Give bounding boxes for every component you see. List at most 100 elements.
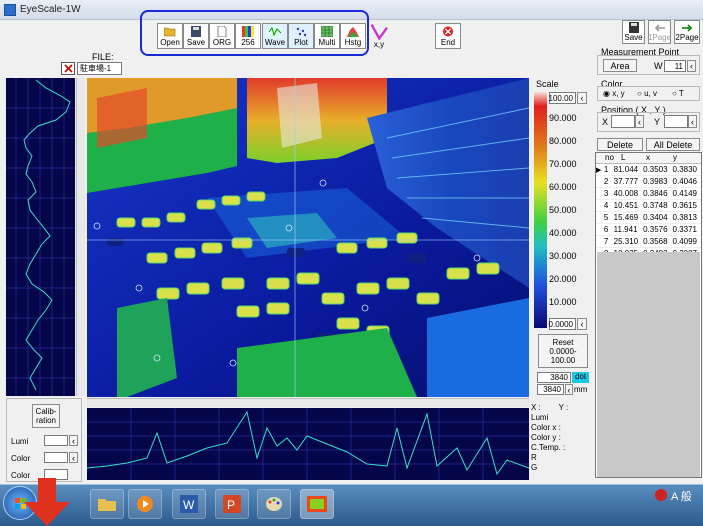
table-row[interactable]: 7 25.310 0.3568 0.4099 (596, 236, 701, 248)
table-row[interactable]: ▶ 1 81.044 0.3503 0.3830 (596, 164, 701, 176)
col-y: y (673, 153, 677, 162)
tick-label: 30.000 (549, 251, 577, 261)
scale-max-arrow-button[interactable]: ‹ (577, 92, 587, 104)
table-row[interactable]: 3 40.008 0.3846 0.4149 (596, 188, 701, 200)
cal-color1-label: Color (11, 454, 31, 463)
col-no: no (605, 153, 614, 162)
scale-max-field[interactable]: 100.00 (549, 92, 576, 104)
cal-color1-arrow-button[interactable]: ‹ (69, 452, 78, 463)
table-cell: 3 (603, 189, 609, 198)
all-delete-button[interactable]: All Delete (646, 138, 700, 151)
vertical-scrollbar[interactable] (76, 78, 85, 396)
color-radio-xy[interactable]: ◉ x, y (603, 89, 625, 98)
nav-save-button[interactable]: Save (622, 20, 645, 44)
pos-x-label: X (602, 117, 609, 127)
toolbar-highlight-ring (140, 10, 369, 56)
page1-label: 1Page (647, 33, 672, 42)
taskbar-explorer[interactable] (90, 489, 124, 519)
delete-button[interactable]: Delete (597, 138, 643, 151)
pos-x-arrow-button[interactable]: ‹ (635, 115, 644, 128)
table-cell: 0.3371 (672, 225, 697, 234)
table-row[interactable]: 4 10.451 0.3748 0.3615 (596, 200, 701, 212)
tick-label: 20.000 (549, 274, 577, 284)
color-scale-bar (534, 92, 547, 328)
y-readout: Y : (558, 403, 569, 412)
table-cell: 11.941 (613, 225, 638, 234)
table-cell: 0.3830 (672, 165, 697, 174)
scale-ticks: 90.000 80.000 70.000 60.000 50.000 40.00… (549, 113, 579, 313)
height-mm-field[interactable]: 3840 (537, 384, 564, 395)
false-color-image[interactable] (87, 78, 529, 397)
close-icon (443, 26, 453, 37)
cal-color1-field[interactable] (44, 452, 68, 463)
page2-label: 2Page (675, 33, 699, 42)
tick-label: 50.000 (549, 205, 577, 215)
table-cell: 37.777 (613, 177, 639, 186)
radio-label: x, y (612, 89, 625, 98)
w-value-field[interactable]: 11 (664, 60, 686, 72)
close-icon (63, 64, 73, 73)
table-row[interactable]: 5 15.469 0.3404 0.3813 (596, 212, 701, 224)
width-dot-field[interactable]: 3840 (537, 372, 571, 383)
cal-lumi-field[interactable] (44, 435, 68, 446)
table-cell: 0.4046 (672, 177, 697, 186)
dot-unit-label: dot (572, 372, 589, 383)
table-cell: 0.3576 (643, 225, 668, 234)
cal-lumi-label: Lumi (11, 437, 29, 446)
calibration-button[interactable]: Calib- ration (32, 404, 60, 428)
folder-icon (98, 499, 116, 511)
pos-y-arrow-button[interactable]: ‹ (688, 115, 697, 128)
w-arrow-button[interactable]: ‹ (687, 60, 696, 72)
ime-icon[interactable] (655, 489, 667, 501)
table-cell: 0.3568 (643, 237, 668, 246)
svg-text:W: W (183, 498, 195, 512)
nav-save-label: Save (624, 33, 643, 42)
ime-mode-label[interactable]: A 般 (671, 488, 692, 504)
scale-min-arrow-button[interactable]: ‹ (577, 318, 587, 330)
file-name-field: 駐車場-1 (77, 62, 122, 75)
tick-label: 60.000 (549, 182, 577, 192)
table-header-row: no L x y (596, 153, 701, 164)
pos-y-field[interactable] (664, 115, 688, 128)
row-pointer-icon: ▶ (596, 166, 602, 174)
window-title: EyeScale-1W (20, 4, 81, 15)
taskbar-eyescale[interactable] (300, 489, 334, 519)
x-readout: X : (531, 403, 541, 412)
page2-button[interactable]: 2Page (674, 20, 700, 44)
taskbar-media-player[interactable] (128, 489, 162, 519)
color-y-readout: Color y : (531, 433, 561, 442)
palette-icon (266, 497, 282, 511)
scale-reset-button[interactable]: Reset 0.0000- 100.00 (538, 334, 588, 368)
scale-min-field[interactable]: 0.0000 (549, 318, 576, 330)
table-cell: 0.3983 (643, 177, 668, 186)
vertical-profile-plot (6, 78, 75, 396)
table-cell: 0.3748 (643, 201, 668, 210)
page1-button[interactable]: 1Page (648, 20, 671, 44)
cal-lumi-arrow-button[interactable]: ‹ (69, 435, 78, 446)
mm-unit-label: mm (574, 385, 588, 394)
pos-x-field[interactable] (611, 115, 635, 128)
mm-arrow-button[interactable]: ‹ (565, 384, 573, 395)
table-row[interactable]: 2 37.777 0.3983 0.4046 (596, 176, 701, 188)
table-empty-area (597, 252, 700, 477)
taskbar-powerpoint[interactable]: P (215, 489, 249, 519)
color-radio-uv[interactable]: ○ u, v (637, 89, 657, 98)
parking-lot-heatmap (87, 78, 529, 397)
table-body: ▶ 1 81.044 0.3503 0.3830 2 37.777 0.3983 0.4046 3… (596, 164, 701, 260)
table-cell: 0.4099 (672, 237, 697, 246)
powerpoint-icon: P (223, 495, 241, 513)
end-button[interactable]: End (435, 23, 461, 49)
xy-button[interactable]: x,y (368, 23, 390, 49)
color-radio-t[interactable]: ○ T (672, 89, 684, 98)
taskbar-paint[interactable] (257, 489, 291, 519)
arrow-left-icon (654, 24, 665, 32)
r-readout: R (531, 453, 537, 462)
taskbar-word[interactable]: W (172, 489, 206, 519)
area-button[interactable]: Area (603, 59, 637, 72)
close-file-button[interactable] (61, 62, 75, 75)
table-row[interactable]: 6 11.941 0.3576 0.3371 (596, 224, 701, 236)
horizontal-scrollbar[interactable] (87, 398, 529, 407)
table-cell: 2 (603, 177, 609, 186)
end-label: End (440, 38, 456, 47)
table-cell: 6 (603, 225, 609, 234)
